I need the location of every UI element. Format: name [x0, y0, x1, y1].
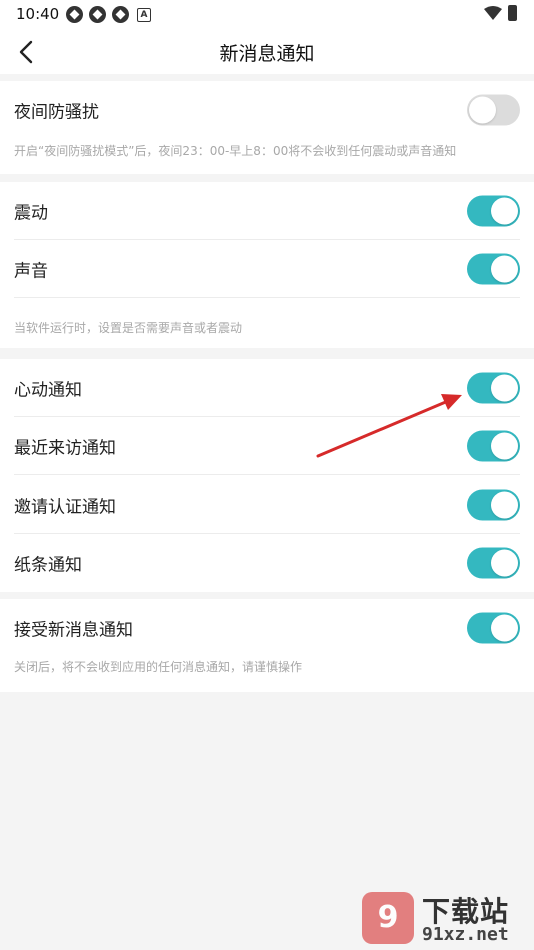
- battery-icon: [508, 5, 517, 21]
- night-mode-label: 夜间防骚扰: [14, 102, 99, 123]
- toggle-knob: [491, 491, 518, 519]
- invite-verify-toggle[interactable]: [467, 489, 520, 521]
- receive-notifications-toggle[interactable]: [467, 612, 520, 644]
- vibrate-row[interactable]: 震动: [0, 182, 534, 240]
- night-mode-note: 开启“夜间防骚扰模式”后，夜间23：00-早上8：00将不会收到任何震动或声音通…: [14, 144, 457, 158]
- sound-label: 声音: [14, 261, 48, 282]
- toggle-knob: [491, 255, 518, 283]
- night-mode-toggle[interactable]: [467, 94, 520, 126]
- a-notification-icon: A: [137, 8, 151, 22]
- invite-verify-label: 邀请认证通知: [14, 497, 116, 518]
- note-paper-label: 纸条通知: [14, 555, 82, 576]
- wifi-icon: [484, 6, 502, 20]
- toggle-knob: [491, 374, 518, 402]
- feedback-section: 震动 声音 当软件运行时，设置是否需要声音或者震动: [0, 182, 534, 348]
- toggle-knob: [491, 197, 518, 225]
- notification-types-section: 心动通知 最近来访通知 邀请认证通知 纸条通知: [0, 359, 534, 592]
- toggle-knob: [469, 96, 496, 124]
- recent-visit-row[interactable]: 最近来访通知: [0, 417, 534, 475]
- notification-icons: A: [66, 6, 151, 23]
- vibrate-toggle[interactable]: [467, 195, 520, 227]
- night-mode-row[interactable]: 夜间防骚扰: [0, 81, 534, 139]
- receive-note: 关闭后，将不会收到应用的任何消息通知，请谨慎操作: [14, 660, 303, 674]
- invite-verify-row[interactable]: 邀请认证通知: [0, 476, 534, 534]
- note-paper-row[interactable]: 纸条通知: [0, 534, 534, 592]
- page-title: 新消息通知: [219, 43, 315, 65]
- vibrate-label: 震动: [14, 203, 48, 224]
- toggle-knob: [491, 432, 518, 460]
- receive-section: 接受新消息通知 关闭后，将不会收到应用的任何消息通知，请谨慎操作: [0, 599, 534, 692]
- night-mode-section: 夜间防骚扰 开启“夜间防骚扰模式”后，夜间23：00-早上8：00将不会收到任何…: [0, 81, 534, 174]
- app-notification-icon: [89, 6, 106, 23]
- watermark-url: 91xz.net: [422, 924, 509, 945]
- feedback-note: 当软件运行时，设置是否需要声音或者震动: [14, 321, 243, 335]
- status-time: 10:40: [16, 5, 60, 23]
- note-paper-toggle[interactable]: [467, 547, 520, 579]
- sound-row[interactable]: 声音: [0, 240, 534, 298]
- receive-notifications-label: 接受新消息通知: [14, 620, 133, 641]
- watermark: 9 下载站 91xz.net: [360, 890, 530, 946]
- receive-notifications-row[interactable]: 接受新消息通知: [0, 599, 534, 657]
- app-notification-icon: [66, 6, 83, 23]
- heartbeat-label: 心动通知: [14, 380, 82, 401]
- heartbeat-row[interactable]: 心动通知: [0, 359, 534, 417]
- toggle-knob: [491, 549, 518, 577]
- sound-toggle[interactable]: [467, 253, 520, 285]
- app-bar: 新消息通知: [0, 30, 534, 74]
- toggle-knob: [491, 614, 518, 642]
- app-notification-icon: [112, 6, 129, 23]
- recent-visit-toggle[interactable]: [467, 430, 520, 462]
- watermark-logo: 9: [362, 892, 414, 944]
- status-bar: 10:40 A: [0, 0, 534, 30]
- recent-visit-label: 最近来访通知: [14, 438, 116, 459]
- heartbeat-toggle[interactable]: [467, 372, 520, 404]
